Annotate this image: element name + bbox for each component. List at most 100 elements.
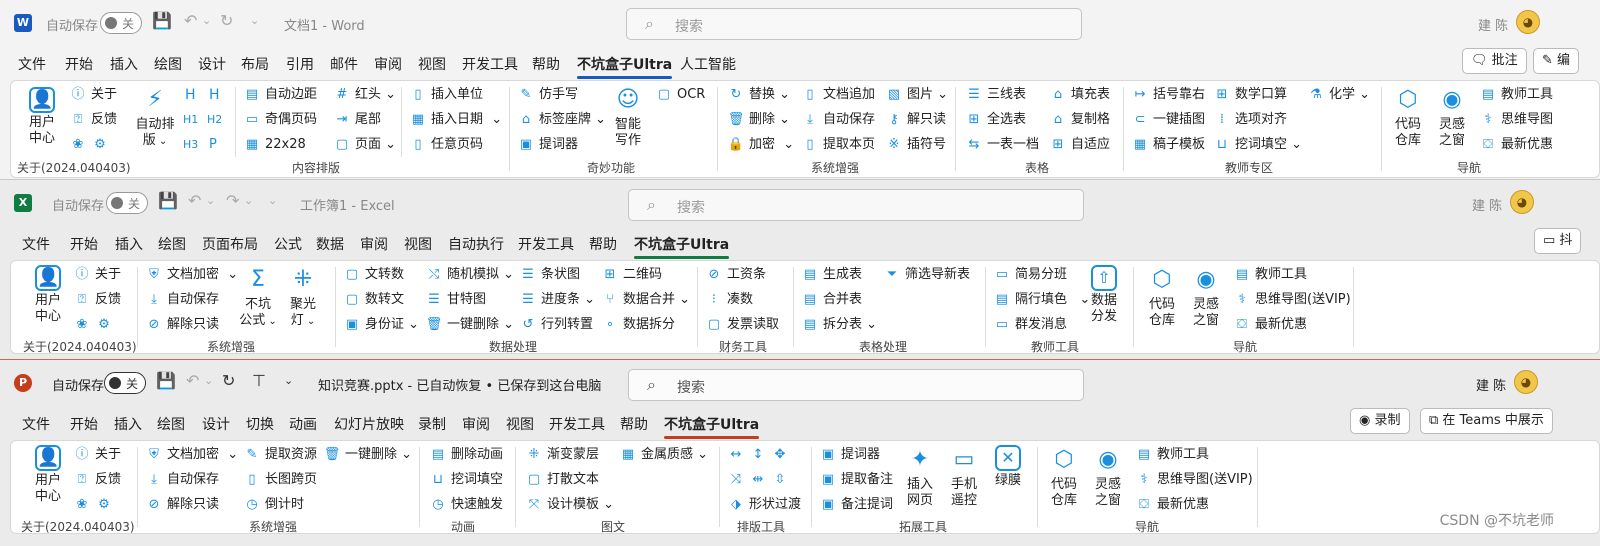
- mind-map-button[interactable]: ⚕ 思维导图: [1479, 112, 1553, 128]
- tab-animations[interactable]: 动画: [289, 414, 317, 434]
- about-button[interactable]: ⓘ 关于: [73, 447, 121, 463]
- qrcode-button[interactable]: ⊞ 二维码: [601, 267, 662, 283]
- spotlight-button[interactable]: ⁜ 聚光灯 ⌄: [285, 265, 321, 330]
- red-head-button[interactable]: # 红头 ⌄: [333, 87, 397, 103]
- tab-help[interactable]: 帮助: [589, 234, 617, 254]
- cloze-button[interactable]: ⊔ 挖词填空: [429, 472, 503, 488]
- undo-dropdown-icon[interactable]: ⌄: [206, 192, 215, 210]
- data-merge-button[interactable]: ⑂ 数据合并 ⌄: [601, 292, 690, 308]
- math-calc-button[interactable]: ⊞ 数学口算: [1213, 87, 1287, 103]
- teacher-tools-button[interactable]: ▤ 教师工具: [1479, 87, 1553, 103]
- tab-file[interactable]: 文件: [18, 54, 46, 74]
- tab-review[interactable]: 审阅: [374, 54, 402, 74]
- random-sim-button[interactable]: ⤭ 随机模拟 ⌄: [425, 267, 514, 283]
- layout-arrows-row2[interactable]: ⤨ ⇹ ⇳: [727, 472, 793, 488]
- about-button[interactable]: ⓘ 关于: [69, 87, 117, 103]
- avatar[interactable]: ◕: [1516, 10, 1540, 34]
- tab-ai[interactable]: 人工智能: [680, 54, 736, 74]
- tab-home[interactable]: 开始: [70, 414, 98, 434]
- tab-view[interactable]: 视图: [506, 414, 534, 434]
- tab-automate[interactable]: 自动执行: [448, 234, 504, 254]
- tab-data[interactable]: 数据: [316, 234, 344, 254]
- teacher-tools-button[interactable]: ▤ 教师工具: [1135, 447, 1209, 463]
- settings-buttons[interactable]: ❀ ⚙: [69, 137, 113, 153]
- save-icon[interactable]: 💾: [152, 12, 172, 30]
- ocr-button[interactable]: ▢ OCR: [655, 87, 706, 103]
- tab-bukeng-ultra[interactable]: 不坑盒子Ultra: [577, 54, 673, 79]
- tab-page-layout[interactable]: 页面布局: [202, 234, 258, 254]
- progress-bar-button[interactable]: ☰ 进度条 ⌄: [519, 292, 595, 308]
- tab-view[interactable]: 视图: [404, 234, 432, 254]
- feedback-button[interactable]: ⍰ 反馈: [73, 292, 121, 308]
- about-version[interactable]: 关于(2024.040403): [17, 161, 131, 175]
- doc-append-button[interactable]: ▯ 文档追加: [801, 87, 875, 103]
- extract-page-button[interactable]: ▯ 提取本页: [801, 137, 875, 153]
- heading3-button[interactable]: H3: [183, 137, 198, 153]
- tab-developer[interactable]: 开发工具: [518, 234, 574, 254]
- cloze-button[interactable]: ⊔ 挖词填空 ⌄: [1213, 137, 1302, 153]
- select-table-button[interactable]: ⊞ 全选表: [965, 112, 1026, 128]
- chemistry-button[interactable]: ⚗ 化学 ⌄: [1307, 87, 1370, 103]
- tail-button[interactable]: ⇥ 尾部: [333, 112, 381, 128]
- image-button[interactable]: ▧ 图片 ⌄: [885, 87, 948, 103]
- tab-bukeng-ultra[interactable]: 不坑盒子Ultra: [634, 234, 730, 259]
- gen-table-button[interactable]: ▤ 生成表: [801, 267, 862, 283]
- undo-dropdown-icon[interactable]: ⌄: [204, 372, 213, 390]
- tab-bukeng-ultra[interactable]: 不坑盒子Ultra: [664, 414, 760, 439]
- tab-home[interactable]: 开始: [65, 54, 93, 74]
- auto-layout-button[interactable]: ⚡ 自动排版 ⌄: [133, 85, 177, 150]
- code-repo-button[interactable]: ⬡ 代码仓库: [1047, 445, 1081, 509]
- tab-mailings[interactable]: 邮件: [330, 54, 358, 74]
- redo-dropdown-icon[interactable]: ⌄: [244, 192, 253, 210]
- tab-review[interactable]: 审阅: [360, 234, 388, 254]
- feedback-button[interactable]: ⍰ 反馈: [69, 112, 117, 128]
- bracket-right-button[interactable]: ↦ 括号靠右: [1131, 87, 1205, 103]
- slideshow-icon[interactable]: ⊤: [252, 372, 266, 390]
- unlock-readonly-button[interactable]: ⊘ 解除只读: [145, 497, 219, 513]
- about-version[interactable]: 关于(2024.040403): [21, 520, 135, 534]
- encrypt-button[interactable]: 🔒 加密 ⌄: [727, 137, 794, 153]
- customize-qat-icon[interactable]: ⌄: [250, 12, 259, 30]
- extract-notes-button[interactable]: ▣ 提取备注: [819, 472, 893, 488]
- shape-transition-button[interactable]: ⬗ 形状过渡: [727, 497, 801, 513]
- settings-buttons[interactable]: ❀ ⚙: [73, 317, 117, 333]
- feedback-button[interactable]: ⍰ 反馈: [73, 472, 121, 488]
- insert-date-button[interactable]: ▦ 插入日期 ⌄: [409, 112, 502, 128]
- invoice-read-button[interactable]: ▢ 发票读取: [705, 317, 779, 333]
- design-template-button[interactable]: ⤧ 设计模板 ⌄: [525, 497, 614, 513]
- insert-unit-button[interactable]: ▯ 插入单位: [409, 87, 483, 103]
- code-repo-button[interactable]: ⬡ 代码仓库: [1391, 85, 1425, 149]
- imitate-handwriting-button[interactable]: ✎ 仿手写: [517, 87, 578, 103]
- user-name[interactable]: 建 陈: [1472, 195, 1502, 214]
- autosave-toggle[interactable]: 关: [104, 372, 146, 394]
- layout-arrows-row1[interactable]: ↔ ↕ ✥: [727, 447, 793, 463]
- teams-present-button[interactable]: ⧉ 在 Teams 中展示: [1420, 408, 1553, 434]
- comment-button[interactable]: 🗨 批注: [1462, 48, 1527, 74]
- auto-margin-button[interactable]: ▤ 自动边距: [243, 87, 317, 103]
- side-button[interactable]: ▭ 抖: [1534, 228, 1582, 254]
- tab-developer[interactable]: 开发工具: [462, 54, 518, 74]
- search-box[interactable]: ⌕ 搜索: [626, 8, 1082, 40]
- undo-icon[interactable]: ↶: [184, 12, 197, 30]
- tab-draw[interactable]: 绘图: [154, 54, 182, 74]
- auto-save-button[interactable]: ⤓ 自动保存: [145, 292, 219, 308]
- tab-layout[interactable]: 布局: [241, 54, 269, 74]
- tab-insert[interactable]: 插入: [115, 234, 143, 254]
- gradient-mask-button[interactable]: ⁜ 渐变蒙层: [525, 447, 599, 463]
- payslip-button[interactable]: ⊘ 工资条: [705, 267, 766, 283]
- mind-map-button[interactable]: ⚕ 思维导图(送VIP): [1233, 292, 1350, 308]
- any-page-button[interactable]: ▯ 任意页码: [409, 137, 483, 153]
- tab-insert[interactable]: 插入: [110, 54, 138, 74]
- delete-button[interactable]: 🗑 删除 ⌄: [727, 112, 790, 128]
- copy-format-button[interactable]: ⌂ 复制格: [1049, 112, 1110, 128]
- ai-write-button[interactable]: ☺ 智能写作: [611, 85, 645, 149]
- num-to-text-button[interactable]: ▢ 数转文: [343, 292, 404, 308]
- avatar[interactable]: ◕: [1510, 190, 1534, 214]
- tab-design[interactable]: 设计: [198, 54, 226, 74]
- doc-encrypt-button[interactable]: ⛨ 文档加密 ⌄: [145, 267, 238, 283]
- fill-table-button[interactable]: ⌂ 填充表: [1049, 87, 1110, 103]
- simple-group-button[interactable]: ▭ 简易分班: [993, 267, 1067, 283]
- alt-fill-button[interactable]: ▤ 隔行填色 ⌄: [993, 292, 1090, 308]
- search-box[interactable]: ⌕ 搜索: [628, 189, 1084, 221]
- page-button[interactable]: ▢ 页面 ⌄: [333, 137, 396, 153]
